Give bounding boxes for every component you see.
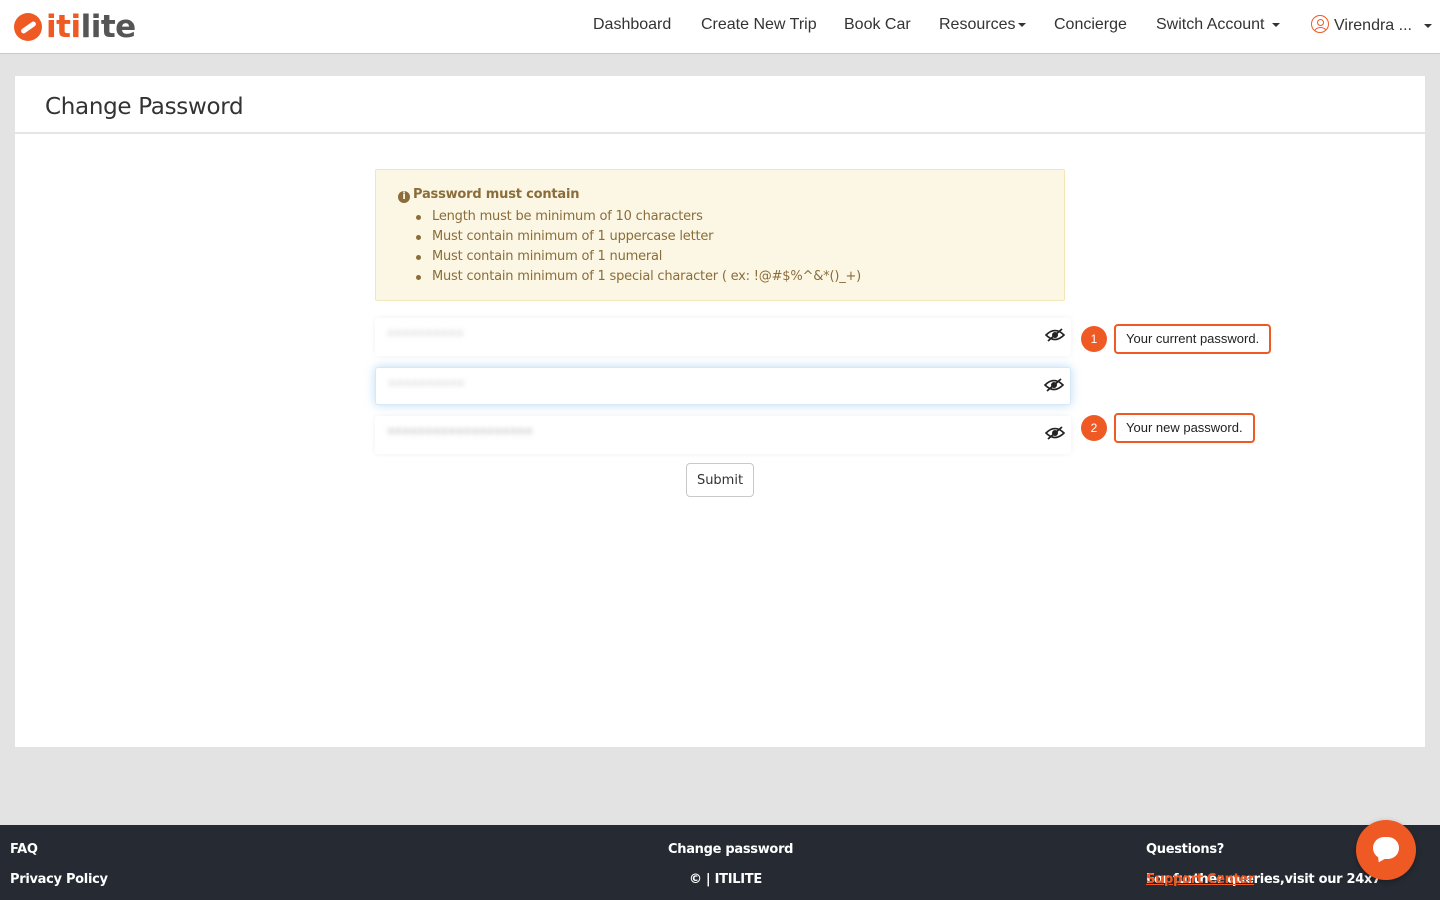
footer-privacy-link[interactable]: Privacy Policy bbox=[10, 872, 108, 887]
nav-dashboard[interactable]: Dashboard bbox=[593, 15, 671, 35]
change-password-card: Change Password i Password must contain L… bbox=[15, 76, 1425, 747]
callout-tooltip: Your current password. bbox=[1114, 324, 1272, 354]
support-center-link[interactable]: Support Center bbox=[1146, 872, 1254, 887]
itilite-logo[interactable]: itilite bbox=[14, 10, 136, 44]
confirm-password-field[interactable]: ••••••••••••••••••• bbox=[375, 416, 1071, 454]
nav-resources-label: Resources bbox=[939, 16, 1016, 33]
info-icon: i bbox=[398, 191, 410, 203]
footer-copyright: © | ITILITE bbox=[689, 872, 762, 887]
rules-heading-text: Password must contain bbox=[413, 187, 580, 202]
caret-down-icon bbox=[1271, 22, 1280, 27]
rule-item: Must contain minimum of 1 special charac… bbox=[416, 267, 861, 287]
rule-item: Must contain minimum of 1 numeral bbox=[416, 247, 861, 267]
user-icon bbox=[1311, 15, 1329, 33]
nav-resources[interactable]: Resources bbox=[939, 15, 1027, 35]
user-name: Virendra ... bbox=[1334, 17, 1412, 34]
password-rules-alert: i Password must contain Length must be mi… bbox=[375, 169, 1065, 301]
footer-faq-link[interactable]: FAQ bbox=[10, 842, 38, 857]
callout-tooltip: Your new password. bbox=[1114, 413, 1255, 443]
nav-switch-account-label: Switch Account bbox=[1156, 16, 1265, 33]
chat-bubble-icon[interactable] bbox=[1356, 820, 1416, 880]
confirm-password-input[interactable]: ••••••••••••••••••• bbox=[387, 425, 533, 440]
caret-down-icon bbox=[1018, 22, 1027, 27]
callout-marker: 1 bbox=[1081, 326, 1107, 352]
current-password-field[interactable]: •••••••••• bbox=[375, 318, 1071, 356]
footer-questions: Questions? bbox=[1146, 842, 1224, 857]
footer-center-title: Change password bbox=[668, 842, 794, 857]
footer: FAQ Privacy Policy Change password © | I… bbox=[0, 825, 1440, 900]
eye-slash-icon[interactable] bbox=[1045, 426, 1065, 440]
page-title: Change Password bbox=[45, 94, 244, 120]
nav-book-car[interactable]: Book Car bbox=[844, 15, 911, 35]
nav-user-menu[interactable]: Virendra ... bbox=[1311, 15, 1433, 36]
new-password-field[interactable]: •••••••••• bbox=[375, 367, 1071, 405]
current-password-input[interactable]: •••••••••• bbox=[387, 327, 464, 342]
nav-switch-account[interactable]: Switch Account bbox=[1156, 15, 1280, 35]
caret-down-icon bbox=[1424, 23, 1433, 28]
submit-button[interactable]: Submit bbox=[686, 463, 754, 497]
top-navbar: itilite Dashboard Create New Trip Book C… bbox=[0, 0, 1440, 54]
logo-text-rest: lite bbox=[80, 9, 137, 45]
new-password-input[interactable]: •••••••••• bbox=[388, 377, 465, 392]
eye-slash-icon[interactable] bbox=[1045, 328, 1065, 342]
nav-create-new-trip[interactable]: Create New Trip bbox=[701, 15, 817, 35]
divider bbox=[15, 132, 1425, 134]
callout-marker: 2 bbox=[1081, 415, 1107, 441]
logo-text-accent: iti bbox=[46, 9, 81, 45]
rules-heading: i Password must contain bbox=[398, 187, 579, 203]
rule-item: Must contain minimum of 1 uppercase lett… bbox=[416, 227, 861, 247]
eye-slash-icon[interactable] bbox=[1044, 378, 1064, 392]
rules-list: Length must be minimum of 10 characters … bbox=[416, 207, 861, 287]
rule-item: Length must be minimum of 10 characters bbox=[416, 207, 861, 227]
logo-plane-icon bbox=[14, 13, 42, 41]
nav-concierge[interactable]: Concierge bbox=[1054, 15, 1127, 35]
